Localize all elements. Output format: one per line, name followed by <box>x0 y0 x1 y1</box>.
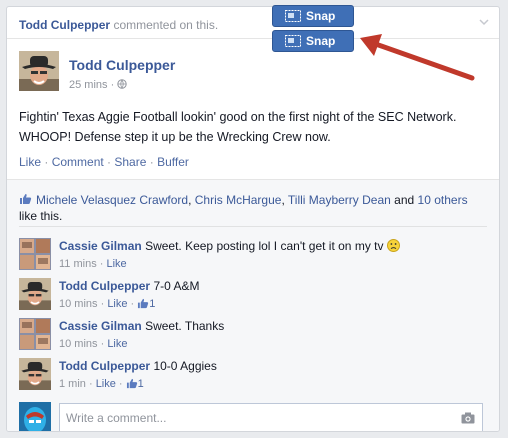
post-text: Fightin' Texas Aggie Football lookin' go… <box>19 110 457 144</box>
comment: Cassie Gilman Sweet. Keep posting lol I … <box>19 238 487 274</box>
screenshot-icon <box>285 10 301 22</box>
divider <box>19 226 487 227</box>
header-actor-link[interactable]: Todd Culpepper <box>19 18 110 32</box>
snap-button-label: Snap <box>306 34 336 48</box>
comment-timestamp[interactable]: 11 mins <box>59 258 97 270</box>
likes-and: and <box>394 193 415 207</box>
chevron-down-icon[interactable] <box>479 17 489 27</box>
snap-button[interactable]: Snap <box>272 30 354 52</box>
comment-text: 7-0 A&M <box>153 279 200 293</box>
comment-author-link[interactable]: Cassie Gilman <box>59 319 142 333</box>
share-button[interactable]: Share <box>114 155 146 169</box>
comment-text: Sweet. Thanks <box>145 319 225 333</box>
comment-text: Sweet. Keep posting lol I can't get it o… <box>145 239 384 253</box>
avatar[interactable] <box>19 278 51 310</box>
comment: Cassie Gilman Sweet. Thanks 10 mins · Li… <box>19 318 487 354</box>
comment: Todd Culpepper 10-0 Aggies 1 min · Like … <box>19 358 487 394</box>
comment-composer <box>19 402 487 431</box>
comment-text: 10-0 Aggies <box>153 359 217 373</box>
avatar[interactable] <box>19 358 51 390</box>
post-author-link[interactable]: Todd Culpepper <box>69 57 175 73</box>
comment-like-button[interactable]: Like <box>106 258 126 270</box>
liker-link[interactable]: Michele Velasquez Crawford <box>36 193 188 207</box>
snap-button[interactable]: Snap <box>272 5 354 27</box>
comment-timestamp[interactable]: 1 min <box>59 378 86 390</box>
header-activity: commented on this. <box>113 18 219 32</box>
comments-section: Michele Velasquez Crawford, Chris McHarg… <box>7 179 499 431</box>
frown-emoji-icon <box>386 239 400 252</box>
comment-author-link[interactable]: Todd Culpepper <box>59 359 150 373</box>
avatar[interactable] <box>19 318 51 350</box>
camera-icon[interactable] <box>461 412 475 424</box>
comment-like-button[interactable]: Like <box>107 338 127 350</box>
liker-link[interactable]: Chris McHargue <box>195 193 282 207</box>
globe-icon <box>117 79 128 89</box>
comment-button[interactable]: Comment <box>52 155 104 169</box>
comment-like-count[interactable]: 1 <box>149 298 155 310</box>
comment: Todd Culpepper 7-0 A&M 10 mins · Like · … <box>19 278 487 314</box>
screenshot-icon <box>285 35 301 47</box>
comment-like-button[interactable]: Like <box>107 298 127 310</box>
buffer-button[interactable]: Buffer <box>157 155 189 169</box>
avatar[interactable] <box>19 238 51 270</box>
thumbs-up-icon <box>20 194 32 204</box>
post-actions: Like · Comment · Share · Buffer <box>19 155 189 169</box>
avatar[interactable] <box>19 51 59 91</box>
likes-sentence: Michele Velasquez Crawford, Chris McHarg… <box>19 193 468 223</box>
comment-timestamp[interactable]: 10 mins <box>59 338 98 350</box>
thumbs-up-icon <box>126 378 137 389</box>
like-button[interactable]: Like <box>19 155 41 169</box>
thumbs-up-icon <box>138 298 149 309</box>
post-timestamp[interactable]: 25 mins <box>69 79 108 91</box>
snap-button-label: Snap <box>306 9 336 23</box>
comment-author-link[interactable]: Cassie Gilman <box>59 239 142 253</box>
comment-like-count[interactable]: 1 <box>138 378 144 390</box>
post-meta: 25 mins · <box>69 79 128 91</box>
likes-others-link[interactable]: 10 others <box>418 193 468 207</box>
annotation-arrow-icon <box>360 34 475 81</box>
comment-like-button[interactable]: Like <box>96 378 116 390</box>
comment-input[interactable] <box>59 403 483 431</box>
comment-timestamp[interactable]: 10 mins <box>59 298 98 310</box>
liker-link[interactable]: Tilli Mayberry Dean <box>288 193 391 207</box>
comment-author-link[interactable]: Todd Culpepper <box>59 279 150 293</box>
likes-suffix: like this. <box>19 209 63 223</box>
avatar <box>19 402 51 431</box>
